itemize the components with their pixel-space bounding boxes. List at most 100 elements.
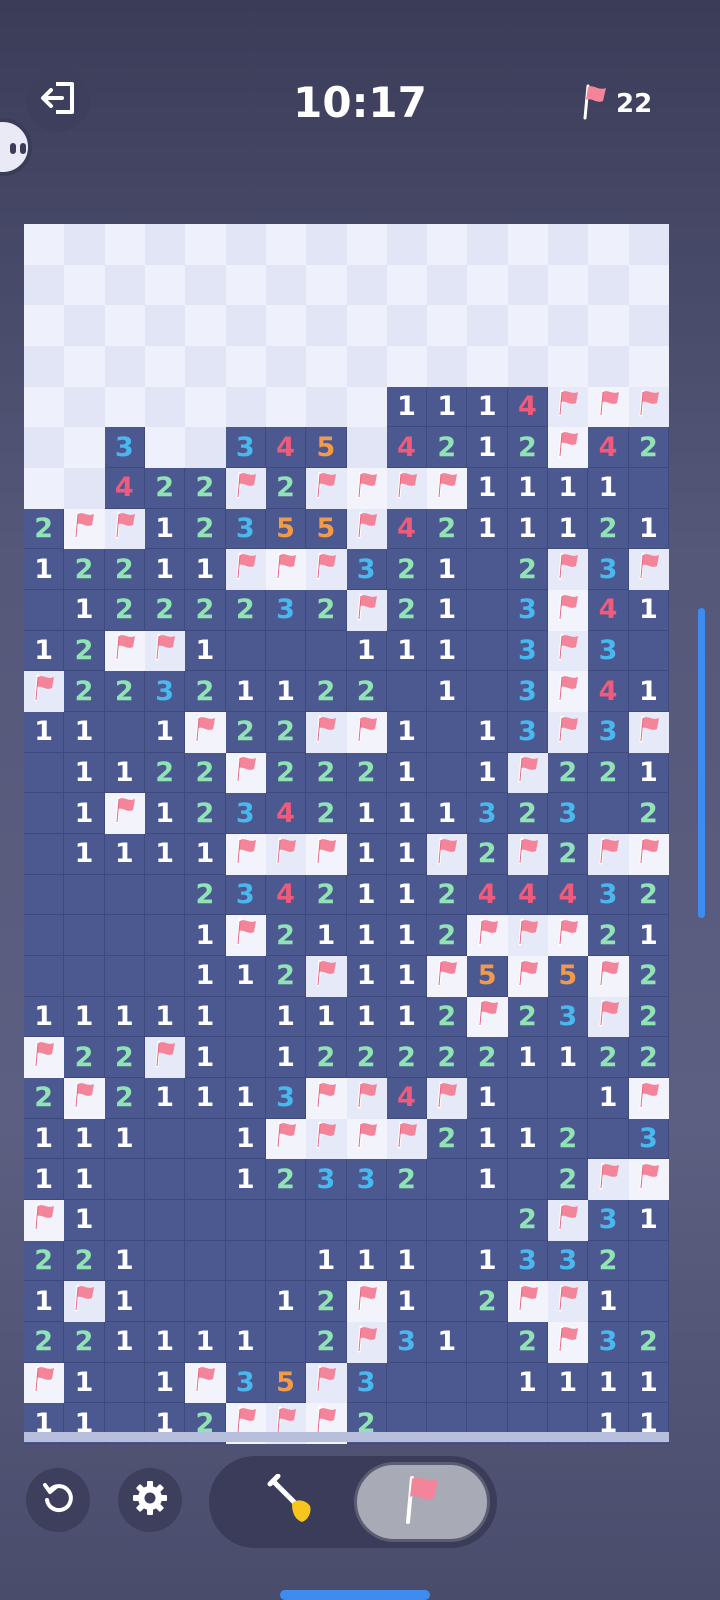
number-cell[interactable]: 1 (628, 1200, 669, 1241)
number-cell[interactable]: 1 (427, 590, 468, 631)
empty-cell[interactable] (104, 1200, 145, 1241)
number-cell[interactable]: 1 (185, 834, 226, 875)
number-cell[interactable]: 2 (507, 1200, 549, 1241)
flagged-cell[interactable] (427, 956, 468, 997)
number-cell[interactable]: 2 (467, 1281, 508, 1322)
number-cell[interactable]: 2 (104, 1078, 145, 1119)
number-cell[interactable]: 2 (64, 630, 105, 672)
number-cell[interactable]: 1 (64, 1362, 105, 1404)
number-cell[interactable]: 1 (64, 752, 105, 794)
hidden-cell[interactable] (467, 264, 508, 306)
empty-cell[interactable] (185, 1240, 226, 1282)
number-cell[interactable]: 2 (427, 1037, 468, 1078)
flagged-cell[interactable] (64, 1078, 105, 1119)
hidden-cell[interactable] (64, 427, 105, 468)
hidden-cell[interactable] (346, 427, 387, 468)
empty-cell[interactable] (104, 1159, 145, 1200)
flagged-cell[interactable] (306, 1118, 347, 1160)
number-cell[interactable]: 3 (588, 1200, 629, 1241)
empty-cell[interactable] (64, 956, 105, 997)
hidden-cell[interactable] (427, 305, 468, 346)
empty-cell[interactable] (64, 874, 105, 916)
number-cell[interactable]: 3 (104, 427, 145, 468)
number-cell[interactable]: 3 (507, 1240, 549, 1282)
empty-cell[interactable] (386, 1200, 428, 1241)
number-cell[interactable]: 2 (628, 874, 669, 916)
number-cell[interactable]: 1 (427, 630, 468, 672)
flagged-cell[interactable] (507, 752, 549, 794)
number-cell[interactable]: 1 (507, 1037, 549, 1078)
number-cell[interactable]: 1 (507, 1362, 549, 1404)
empty-cell[interactable] (507, 1078, 549, 1119)
number-cell[interactable]: 1 (628, 915, 669, 956)
empty-cell[interactable] (265, 1322, 307, 1363)
number-cell[interactable]: 2 (427, 427, 468, 468)
number-cell[interactable]: 1 (346, 1240, 387, 1282)
number-cell[interactable]: 4 (386, 508, 428, 550)
empty-cell[interactable] (427, 1159, 468, 1200)
number-cell[interactable]: 2 (306, 874, 347, 916)
number-cell[interactable]: 5 (306, 427, 347, 468)
flagged-cell[interactable] (346, 590, 387, 631)
hidden-cell[interactable] (467, 346, 508, 387)
number-cell[interactable]: 3 (507, 630, 549, 672)
hidden-cell[interactable] (144, 305, 186, 346)
number-cell[interactable]: 1 (64, 996, 105, 1038)
number-cell[interactable]: 1 (548, 1037, 589, 1078)
number-cell[interactable]: 2 (64, 671, 105, 712)
flagged-cell[interactable] (588, 834, 629, 875)
hidden-cell[interactable] (548, 346, 589, 387)
hidden-cell[interactable] (507, 305, 549, 346)
number-cell[interactable]: 2 (265, 956, 307, 997)
hidden-cell[interactable] (225, 386, 266, 428)
number-cell[interactable]: 2 (24, 1322, 65, 1363)
number-cell[interactable]: 1 (386, 834, 428, 875)
empty-cell[interactable] (24, 956, 65, 997)
number-cell[interactable]: 1 (225, 1118, 266, 1160)
number-cell[interactable]: 3 (588, 874, 629, 916)
hidden-cell[interactable] (265, 346, 307, 387)
hidden-cell[interactable] (185, 427, 226, 468)
number-cell[interactable]: 4 (467, 874, 508, 916)
number-cell[interactable]: 3 (225, 874, 266, 916)
empty-cell[interactable] (144, 874, 186, 916)
number-cell[interactable]: 1 (225, 1159, 266, 1200)
number-cell[interactable]: 1 (104, 996, 145, 1038)
flagged-cell[interactable] (346, 508, 387, 550)
number-cell[interactable]: 2 (185, 590, 226, 631)
number-cell[interactable]: 1 (64, 793, 105, 834)
flagged-cell[interactable] (548, 1322, 589, 1363)
flagged-cell[interactable] (265, 1118, 307, 1160)
flagged-cell[interactable] (427, 834, 468, 875)
number-cell[interactable]: 1 (265, 671, 307, 712)
flagged-cell[interactable] (588, 956, 629, 997)
flagged-cell[interactable] (427, 1078, 468, 1119)
empty-cell[interactable] (467, 630, 508, 672)
number-cell[interactable]: 1 (386, 1240, 428, 1282)
hidden-cell[interactable] (306, 264, 347, 306)
flagged-cell[interactable] (225, 468, 266, 509)
hidden-cell[interactable] (24, 468, 65, 509)
hidden-cell[interactable] (346, 346, 387, 387)
hidden-cell[interactable] (346, 305, 387, 346)
number-cell[interactable]: 1 (386, 793, 428, 834)
number-cell[interactable]: 5 (548, 956, 589, 997)
flagged-cell[interactable] (185, 1362, 226, 1404)
hidden-cell[interactable] (225, 224, 266, 265)
number-cell[interactable]: 2 (185, 752, 226, 794)
hidden-cell[interactable] (24, 264, 65, 306)
number-cell[interactable]: 2 (306, 671, 347, 712)
flagged-cell[interactable] (225, 549, 266, 590)
hidden-cell[interactable] (588, 346, 629, 387)
empty-cell[interactable] (225, 630, 266, 672)
hidden-cell[interactable] (265, 305, 307, 346)
number-cell[interactable]: 1 (104, 752, 145, 794)
number-cell[interactable]: 2 (628, 793, 669, 834)
number-cell[interactable]: 1 (507, 508, 549, 550)
number-cell[interactable]: 2 (265, 752, 307, 794)
number-cell[interactable]: 1 (588, 1078, 629, 1119)
number-cell[interactable]: 2 (386, 1037, 428, 1078)
number-cell[interactable]: 3 (144, 671, 186, 712)
number-cell[interactable]: 1 (64, 834, 105, 875)
flagged-cell[interactable] (185, 712, 226, 753)
